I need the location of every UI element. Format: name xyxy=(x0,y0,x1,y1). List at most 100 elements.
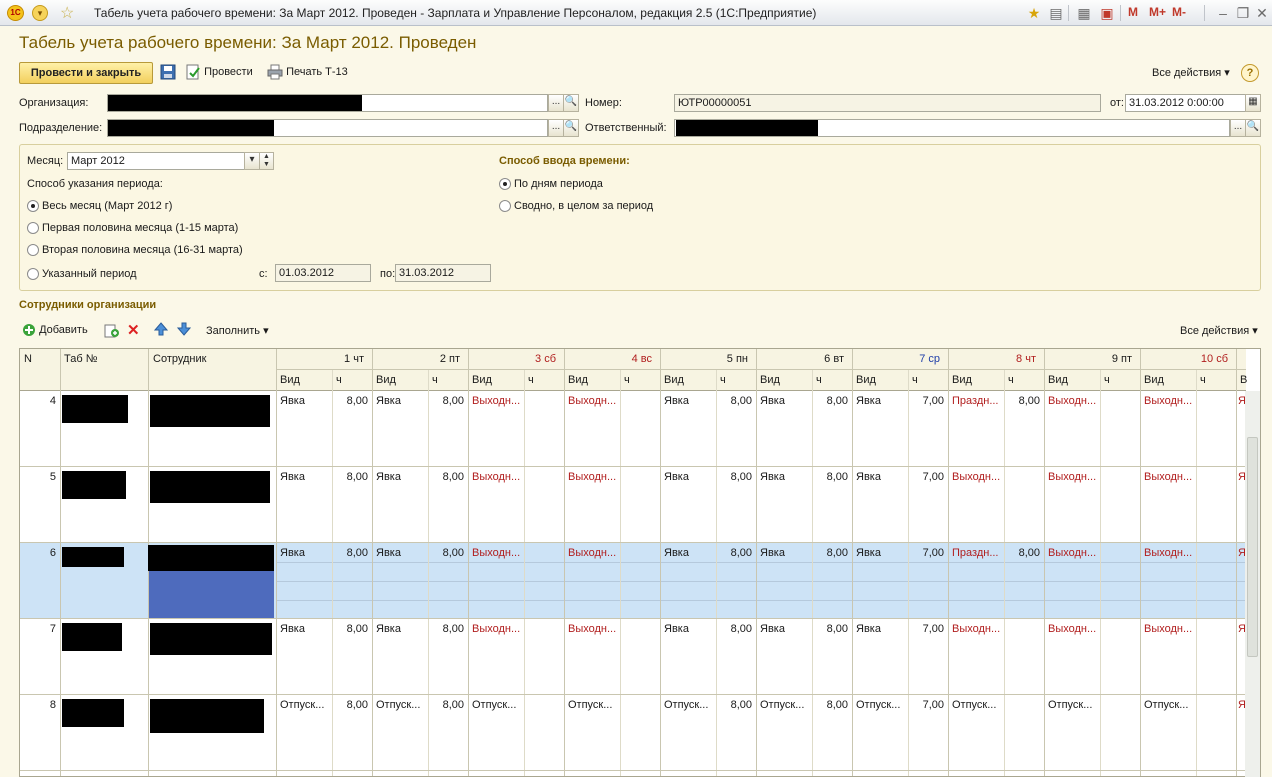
timesheet-cell-type[interactable]: Явка xyxy=(760,547,785,559)
timesheet-cell-hours[interactable]: 8,00 xyxy=(716,547,752,559)
timesheet-cell-hours[interactable]: 8,00 xyxy=(428,623,464,635)
timesheet-cell-hours[interactable]: 7,00 xyxy=(908,623,944,635)
move-up-icon[interactable] xyxy=(154,322,168,336)
timesheet-cell-type[interactable]: Явка xyxy=(664,623,689,635)
timesheet-cell-hours[interactable]: 8,00 xyxy=(812,547,848,559)
help-icon[interactable]: ? xyxy=(1241,64,1259,82)
timesheet-cell-type[interactable]: Явка xyxy=(664,547,689,559)
timesheet-cell-hours[interactable]: 8,00 xyxy=(1004,547,1040,559)
month-stepper-icon[interactable]: ▲ ▼ xyxy=(259,152,274,170)
timesheet-cell-type[interactable]: Выходн... xyxy=(952,623,1000,635)
timesheet-cell-type[interactable]: Отпуск... xyxy=(280,699,324,711)
radio-custom-period[interactable] xyxy=(27,268,39,280)
timesheet-cell-type[interactable]: Выходн... xyxy=(1144,471,1192,483)
timesheet-cell-type[interactable]: Праздн... xyxy=(952,547,998,559)
number-field[interactable]: ЮТР00000051 xyxy=(674,94,1101,112)
radio-second-half[interactable] xyxy=(27,244,39,256)
calendar-picker-icon[interactable]: ▦ xyxy=(1245,94,1261,112)
copy-row-icon[interactable] xyxy=(104,322,120,338)
timesheet-cell-hours[interactable]: 8,00 xyxy=(716,623,752,635)
print-t13-button[interactable]: Печать Т-13 xyxy=(267,64,348,80)
timesheet-cell-type[interactable]: Явка xyxy=(856,471,881,483)
timesheet-cell-type[interactable]: Явка xyxy=(280,623,305,635)
timesheet-cell-type[interactable]: Отпуск... xyxy=(952,699,996,711)
timesheet-cell-type[interactable]: Выходн... xyxy=(568,623,616,635)
timesheet-cell-hours[interactable]: 8,00 xyxy=(332,395,368,407)
history-icon[interactable]: ▤ xyxy=(1047,4,1065,22)
timesheet-cell-hours[interactable]: 7,00 xyxy=(908,471,944,483)
timesheet-cell-hours[interactable]: 8,00 xyxy=(428,395,464,407)
timesheet-cell-type[interactable]: Выходн... xyxy=(472,395,520,407)
timesheet-cell-hours[interactable]: 8,00 xyxy=(716,699,752,711)
timesheet-cell-type[interactable]: Явка xyxy=(376,623,401,635)
timesheet-cell-type[interactable]: Отпуск... xyxy=(1048,699,1092,711)
timesheet-cell-type[interactable]: Отпуск... xyxy=(856,699,900,711)
timesheet-cell-type[interactable]: Явка xyxy=(760,471,785,483)
timesheet-cell-type[interactable]: Отпуск... xyxy=(376,699,420,711)
timesheet-cell-hours[interactable]: 7,00 xyxy=(908,699,944,711)
timesheet-cell-hours[interactable]: 8,00 xyxy=(332,547,368,559)
department-choose-button[interactable]: ... xyxy=(548,119,564,137)
save-icon[interactable] xyxy=(160,64,176,80)
timesheet-cell-hours[interactable]: 8,00 xyxy=(716,395,752,407)
timesheet-cell-hours[interactable]: 8,00 xyxy=(812,623,848,635)
department-search-icon[interactable]: 🔍 xyxy=(563,119,579,137)
restore-icon[interactable]: ❐ xyxy=(1234,4,1252,22)
move-down-icon[interactable] xyxy=(177,322,191,336)
timesheet-cell-hours[interactable]: 8,00 xyxy=(812,395,848,407)
month-field[interactable]: Март 2012 xyxy=(67,152,245,170)
timesheet-cell-type[interactable]: Явка xyxy=(664,395,689,407)
calendar-icon[interactable]: ▣ xyxy=(1098,4,1116,22)
timesheet-cell-hours[interactable]: 8,00 xyxy=(332,471,368,483)
timesheet-cell-type[interactable]: Явка xyxy=(760,623,785,635)
timesheet-cell-type[interactable]: Выходн... xyxy=(472,547,520,559)
timesheet-cell-hours[interactable]: 8,00 xyxy=(428,699,464,711)
timesheet-cell-hours[interactable]: 8,00 xyxy=(428,471,464,483)
to-date-field[interactable]: 31.03.2012 xyxy=(395,264,491,282)
grid-all-actions-menu[interactable]: Все действия ▾ xyxy=(1180,324,1258,337)
timesheet-cell-hours[interactable]: 8,00 xyxy=(332,699,368,711)
memory-m-button[interactable]: M xyxy=(1128,5,1138,19)
responsible-search-icon[interactable]: 🔍 xyxy=(1245,119,1261,137)
timesheet-cell-type[interactable]: Явка xyxy=(760,395,785,407)
timesheet-cell-hours[interactable]: 8,00 xyxy=(812,471,848,483)
timesheet-cell-type[interactable]: Явка xyxy=(856,623,881,635)
main-menu-icon[interactable]: ▾ xyxy=(32,5,48,21)
timesheet-cell-type[interactable]: Выходн... xyxy=(472,623,520,635)
post-button[interactable]: Провести xyxy=(185,64,253,80)
delete-row-icon[interactable]: ✕ xyxy=(127,321,140,339)
responsible-choose-button[interactable]: ... xyxy=(1230,119,1246,137)
timesheet-cell-type[interactable]: Выходн... xyxy=(568,395,616,407)
timesheet-cell-type[interactable]: Праздн... xyxy=(952,395,998,407)
month-dropdown-icon[interactable]: ▾ xyxy=(244,152,260,170)
memory-plus-button[interactable]: M+ xyxy=(1149,5,1166,19)
timesheet-cell-type[interactable]: Явка xyxy=(280,395,305,407)
timesheet-cell-type[interactable]: Явка xyxy=(856,395,881,407)
timesheet-cell-hours[interactable]: 8,00 xyxy=(332,623,368,635)
timesheet-cell-type[interactable]: Выходн... xyxy=(1048,471,1096,483)
timesheet-cell-type[interactable]: Явка xyxy=(856,547,881,559)
timesheet-cell-type[interactable]: Выходн... xyxy=(568,547,616,559)
calculator-icon[interactable]: ▦ xyxy=(1075,4,1093,22)
timesheet-cell-type[interactable]: Явка xyxy=(664,471,689,483)
timesheet-cell-type[interactable]: Выходн... xyxy=(568,471,616,483)
timesheet-cell-type[interactable]: Явка xyxy=(376,547,401,559)
timesheet-cell-hours[interactable]: 8,00 xyxy=(716,471,752,483)
timesheet-cell-type[interactable]: Выходн... xyxy=(1144,395,1192,407)
date-field[interactable]: 31.03.2012 0:00:00 xyxy=(1125,94,1246,112)
timesheet-grid[interactable]: N Таб № Сотрудник 1 чт Вид ч 2 пт Вид ч 3 сб Вид ч 4… xyxy=(19,348,1261,777)
favorite-star-icon[interactable]: ☆ xyxy=(60,3,74,23)
radio-by-days[interactable] xyxy=(499,178,511,190)
app-logo-icon[interactable]: 1С xyxy=(7,5,24,21)
from-date-field[interactable]: 01.03.2012 xyxy=(275,264,371,282)
timesheet-cell-type[interactable]: Выходн... xyxy=(1048,395,1096,407)
radio-summary[interactable] xyxy=(499,200,511,212)
timesheet-cell-type[interactable]: Отпуск... xyxy=(664,699,708,711)
timesheet-cell-type[interactable]: Отпуск... xyxy=(568,699,612,711)
post-and-close-button[interactable]: Провести и закрыть xyxy=(19,62,153,84)
timesheet-cell-type[interactable]: Отпуск... xyxy=(1144,699,1188,711)
close-icon[interactable]: ✕ xyxy=(1253,4,1271,22)
timesheet-cell-type[interactable]: Отпуск... xyxy=(760,699,804,711)
timesheet-cell-hours[interactable]: 7,00 xyxy=(908,547,944,559)
radio-first-half[interactable] xyxy=(27,222,39,234)
